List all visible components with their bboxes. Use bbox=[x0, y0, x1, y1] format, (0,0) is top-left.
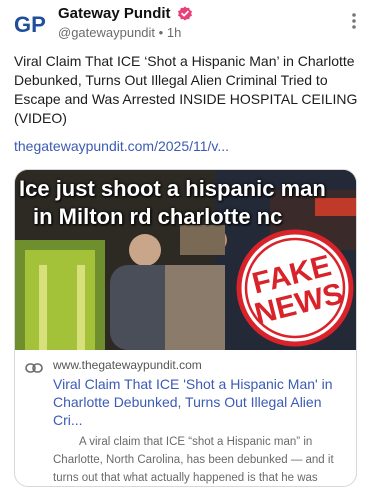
post-text: Viral Claim That ICE ‘Shot a Hispanic Ma… bbox=[14, 53, 358, 126]
name-row: Gateway Pundit bbox=[58, 5, 193, 22]
separator-dot: • bbox=[158, 25, 164, 40]
verified-badge-icon bbox=[177, 6, 192, 20]
account-handle[interactable]: @gatewaypundit bbox=[58, 25, 155, 40]
link-preview-card[interactable]: Ice just shoot a hispanic man in Milton … bbox=[14, 169, 357, 487]
gateway-pundit-logo: GP bbox=[14, 12, 46, 37]
account-name[interactable]: Gateway Pundit bbox=[58, 5, 171, 22]
fake-news-stamp: FAKE NEWS bbox=[236, 229, 354, 347]
handle-row: @gatewaypundit • 1h bbox=[58, 25, 181, 40]
card-domain: www.thegatewaypundit.com bbox=[53, 358, 202, 372]
post-time: 1h bbox=[166, 25, 182, 40]
logo-letters: GP bbox=[14, 12, 46, 37]
avatar[interactable]: GP bbox=[12, 6, 48, 42]
card-title[interactable]: Viral Claim That ICE 'Shot a Hispanic Ma… bbox=[53, 375, 348, 429]
image-caption-line2: in Milton rd charlotte nc bbox=[33, 204, 283, 229]
link-icon bbox=[25, 363, 43, 373]
card-description: A viral claim that ICE “shot a Hispanic … bbox=[53, 436, 334, 484]
preview-image: Ice just shoot a hispanic man in Milton … bbox=[15, 170, 356, 350]
post-link[interactable]: thegatewaypundit.com/2025/11/v... bbox=[14, 138, 229, 154]
card-info: www.thegatewaypundit.com Viral Claim Tha… bbox=[15, 350, 356, 486]
more-vertical-icon[interactable] bbox=[351, 12, 357, 30]
image-caption-line1: Ice just shoot a hispanic man bbox=[19, 176, 326, 201]
post-header: GP Gateway Pundit @gatewaypundit • 1h bbox=[0, 0, 371, 44]
